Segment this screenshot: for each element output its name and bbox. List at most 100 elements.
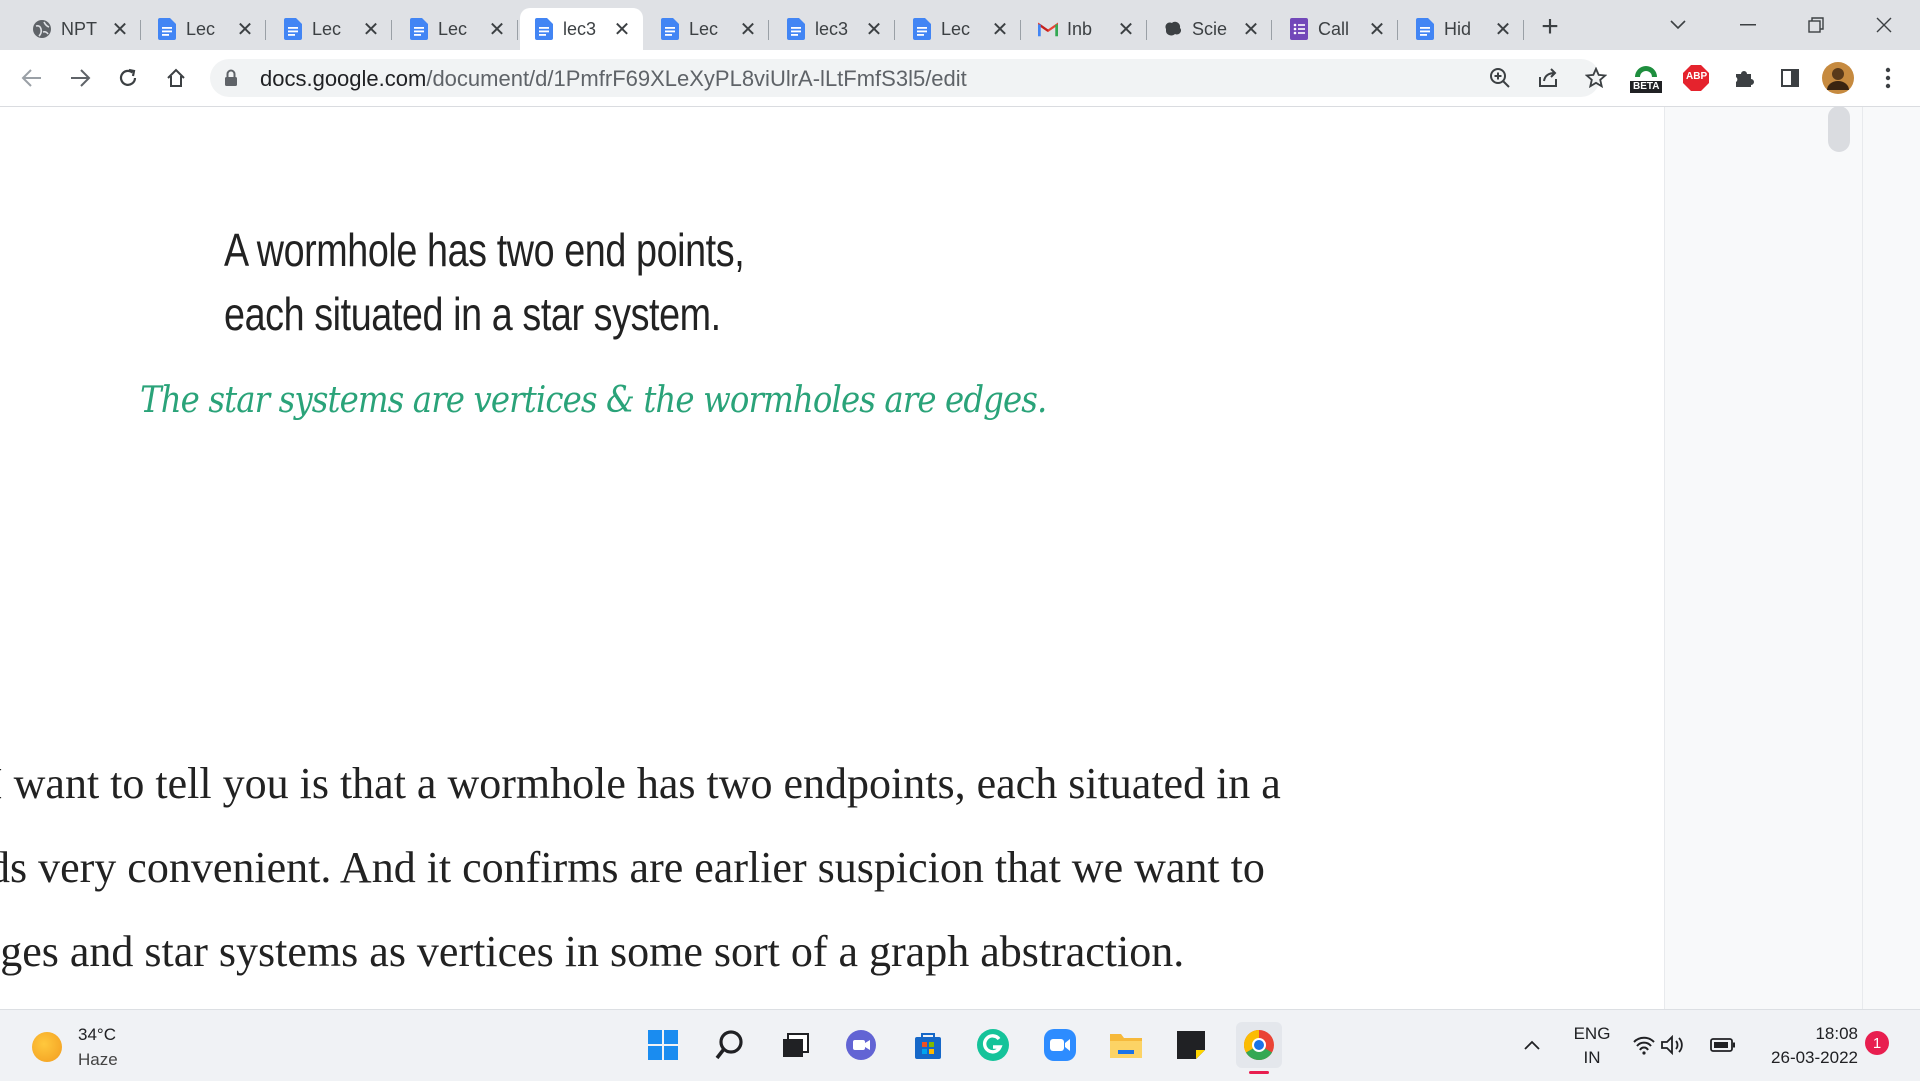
zoom-app-icon[interactable] (1040, 1025, 1080, 1065)
weather-sun-icon[interactable] (32, 1032, 62, 1062)
close-tab-icon[interactable]: ✕ (611, 18, 633, 41)
transcript-line-1: I want to tell you is that a wormhole ha… (0, 759, 1281, 808)
back-icon[interactable] (16, 62, 48, 94)
lock-icon[interactable] (224, 69, 238, 92)
transcript-text[interactable]: I want to tell you is that a wormhole ha… (0, 742, 1281, 994)
document-canvas[interactable]: A wormhole has two end points, each situ… (0, 107, 1664, 1009)
zoom-icon[interactable] (1487, 65, 1513, 91)
tab-title: Lec (689, 18, 719, 39)
share-icon[interactable] (1535, 65, 1561, 91)
scrollbar-track (1862, 107, 1863, 1009)
beta-extension-icon[interactable]: BETA (1628, 62, 1664, 94)
tab-title: Lec (312, 18, 342, 39)
browser-tab[interactable]: lec3 ✕ (772, 8, 895, 50)
browser-tab[interactable]: Inb ✕ (1024, 8, 1147, 50)
close-tab-icon[interactable]: ✕ (360, 18, 382, 41)
slide-heading: A wormhole has two end points, each situ… (224, 218, 745, 346)
microsoft-store-icon[interactable] (908, 1025, 948, 1065)
language-line-2[interactable]: IN (1570, 1048, 1614, 1068)
side-panel-icon[interactable] (1774, 62, 1806, 94)
task-view-icon[interactable] (776, 1025, 816, 1065)
minimize-icon[interactable] (1720, 8, 1776, 42)
tab-title: Inb (1067, 18, 1093, 39)
browser-tab[interactable]: Lec ✕ (395, 8, 518, 50)
browser-tab[interactable]: Lec ✕ (269, 8, 392, 50)
notification-badge[interactable]: 1 (1865, 1031, 1889, 1055)
home-icon[interactable] (160, 62, 192, 94)
profile-avatar[interactable] (1822, 62, 1854, 94)
address-bar[interactable]: docs.google.com/document/d/1PmfrF69XLeXy… (210, 59, 1607, 97)
slide-heading-line-1: A wormhole has two end points, (224, 224, 745, 276)
weather-temperature[interactable]: 34°C (78, 1025, 116, 1045)
taskbar: 34°C Haze ENG IN 18:08 26-03-2022 (0, 1009, 1920, 1081)
volume-icon[interactable] (1660, 1025, 1686, 1065)
tab-separator (391, 20, 392, 40)
close-tab-icon[interactable]: ✕ (989, 18, 1011, 41)
browser-tab[interactable]: NPT ✕ (18, 8, 141, 50)
docs-icon (660, 18, 680, 40)
close-tab-icon[interactable]: ✕ (1115, 18, 1137, 41)
tab-strip: NPT ✕ Lec ✕ Lec ✕ Lec ✕ lec3 ✕ Lec ✕ lec3 ✕ Lec ✕ Inb ✕ Sc… (0, 0, 1920, 50)
language-line-1[interactable]: ENG (1570, 1024, 1614, 1044)
start-windows-icon[interactable] (643, 1025, 683, 1065)
docs-icon (409, 18, 429, 40)
globe-icon (32, 19, 52, 39)
docs-icon (912, 18, 932, 40)
close-tab-icon[interactable]: ✕ (109, 18, 131, 41)
chrome-active-indicator (1249, 1071, 1269, 1074)
forward-icon[interactable] (64, 62, 96, 94)
grammarly-icon[interactable] (973, 1025, 1013, 1065)
search-icon[interactable] (710, 1025, 750, 1065)
browser-tab[interactable]: Lec ✕ (143, 8, 266, 50)
wifi-icon[interactable] (1631, 1025, 1657, 1065)
adblock-label: ABP (1686, 71, 1708, 82)
tab-separator (140, 20, 141, 40)
close-tab-icon[interactable]: ✕ (486, 18, 508, 41)
tab-search-icon[interactable] (1650, 8, 1706, 42)
file-explorer-icon[interactable] (1106, 1025, 1146, 1065)
close-window-icon[interactable] (1856, 8, 1912, 42)
browser-tab[interactable]: Lec ✕ (898, 8, 1021, 50)
show-hidden-icons-chevron[interactable] (1522, 1025, 1542, 1065)
close-tab-icon[interactable]: ✕ (863, 18, 885, 41)
beta-label: BETA (1633, 81, 1660, 92)
tab-title: Lec (941, 18, 971, 39)
sticky-notes-icon[interactable] (1171, 1025, 1211, 1065)
tab-separator (265, 20, 266, 40)
browser-tab[interactable]: Scie ✕ (1149, 8, 1272, 50)
close-tab-icon[interactable]: ✕ (1240, 18, 1262, 41)
browser-toolbar: docs.google.com/document/d/1PmfrF69XLeXy… (0, 50, 1920, 107)
bookmark-star-icon[interactable] (1583, 65, 1609, 91)
adblock-icon[interactable]: ABP (1680, 62, 1712, 94)
tab-separator (894, 20, 895, 40)
browser-tab[interactable]: Hid ✕ (1401, 8, 1524, 50)
forms-icon (1289, 18, 1309, 40)
tab-separator (1523, 20, 1524, 40)
close-tab-icon[interactable]: ✕ (234, 18, 256, 41)
browser-tab[interactable]: lec3 ✕ (520, 8, 643, 50)
extensions-puzzle-icon[interactable] (1728, 62, 1760, 94)
clock-date[interactable]: 26-03-2022 (1748, 1048, 1858, 1068)
close-tab-icon[interactable]: ✕ (1366, 18, 1388, 41)
scrollbar-thumb[interactable] (1828, 106, 1850, 152)
tab-separator (1146, 20, 1147, 40)
browser-tab[interactable]: Lec ✕ (646, 8, 769, 50)
browser-tab[interactable]: Call ✕ (1275, 8, 1398, 50)
clock-time[interactable]: 18:08 (1748, 1024, 1858, 1044)
restore-icon[interactable] (1788, 8, 1844, 42)
new-tab-button[interactable]: + (1535, 12, 1565, 42)
docs-icon (534, 18, 554, 40)
reload-icon[interactable] (112, 62, 144, 94)
battery-icon[interactable] (1709, 1025, 1737, 1065)
transcript-line-2: ds very convenient. And it confirms are … (0, 843, 1265, 892)
chrome-icon[interactable] (1236, 1022, 1282, 1074)
close-tab-icon[interactable]: ✕ (737, 18, 759, 41)
teams-chat-icon[interactable] (841, 1025, 881, 1065)
more-menu-icon[interactable] (1872, 62, 1904, 94)
tab-title: NPT (61, 18, 97, 39)
weather-condition[interactable]: Haze (78, 1050, 118, 1070)
url-text[interactable]: docs.google.com/document/d/1PmfrF69XLeXy… (260, 66, 967, 92)
tab-title: Scie (1192, 18, 1228, 39)
tab-title: lec3 (815, 18, 849, 39)
close-tab-icon[interactable]: ✕ (1492, 18, 1514, 41)
